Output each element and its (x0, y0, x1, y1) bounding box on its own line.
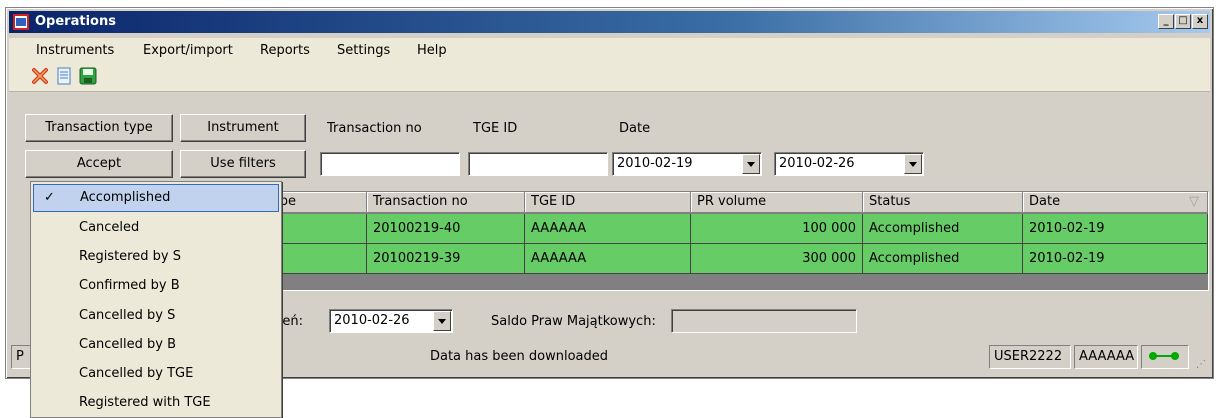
use-filters-button[interactable]: Use filters (180, 150, 306, 178)
dropdown-item-label: Cancelled by TGE (79, 366, 194, 381)
menu-instruments[interactable]: Instruments (36, 43, 114, 58)
menu-help[interactable]: Help (417, 43, 447, 58)
status-user: USER2222 (989, 345, 1071, 369)
dropdown-item-label: Accomplished (80, 190, 171, 205)
window-title: Operations (35, 14, 116, 29)
connection-panel (1141, 345, 1189, 369)
menu-bar: Instruments Export/import Reports Settin… (9, 38, 1210, 62)
app-icon (13, 14, 29, 30)
cell-date: 2010-02-19 (1023, 244, 1208, 274)
balance-label: Saldo Praw Majątkowych: (491, 314, 656, 329)
chevron-down-icon[interactable] (742, 154, 760, 174)
toolbar (9, 62, 1210, 92)
dropdown-item-label: Registered with TGE (79, 395, 211, 410)
balance-field (671, 309, 857, 333)
cell-date: 2010-02-19 (1023, 214, 1208, 244)
sort-arrow-icon: ▽ (1189, 194, 1199, 209)
cell-tge-id: AAAAAA (525, 214, 691, 244)
cell-transaction-no: 20100219-39 (367, 244, 525, 274)
date-to-value: 2010-02-26 (779, 156, 855, 171)
date-from-select[interactable]: 2010-02-19 (612, 152, 762, 176)
column-header-pr-volume[interactable]: PR volume (691, 192, 863, 213)
transaction-no-label: Transaction no (327, 121, 422, 136)
day-value: 2010-02-26 (334, 313, 410, 328)
status-filter-dropdown: ✓ Accomplished Canceled Registered by S … (30, 181, 282, 418)
date-label: Date (619, 121, 651, 136)
dropdown-item-cancelled-by-tge[interactable]: Cancelled by TGE (33, 360, 279, 388)
close-button[interactable]: x (1192, 14, 1208, 29)
transaction-no-input[interactable] (320, 152, 460, 176)
tge-id-input[interactable] (468, 152, 608, 176)
dropdown-item-confirmed-by-b[interactable]: Confirmed by B (33, 272, 279, 300)
dropdown-item-registered-with-tge[interactable]: Registered with TGE (33, 389, 279, 417)
date-to-select[interactable]: 2010-02-26 (774, 152, 924, 176)
column-header-status[interactable]: Status (863, 192, 1023, 213)
chevron-down-icon[interactable] (904, 154, 922, 174)
cell-status: Accomplished (863, 244, 1023, 274)
column-header-date[interactable]: Date ▽ (1023, 192, 1208, 213)
resize-grip-icon[interactable]: ⋰ (1196, 359, 1206, 370)
column-header-transaction-no[interactable]: Transaction no (367, 192, 525, 213)
save-icon[interactable] (79, 67, 97, 85)
cell-tge-id: AAAAAA (525, 244, 691, 274)
date-from-value: 2010-02-19 (617, 156, 693, 171)
status-company: AAAAAA (1074, 345, 1138, 369)
close-red-icon[interactable] (31, 67, 49, 85)
chevron-down-icon[interactable] (433, 311, 451, 331)
cell-pr-volume: 100 000 (691, 214, 863, 244)
dropdown-item-accomplished[interactable]: ✓ Accomplished (33, 184, 279, 212)
day-select[interactable]: 2010-02-26 (329, 309, 453, 333)
title-bar[interactable]: Operations _ □ x (9, 11, 1210, 33)
dropdown-item-registered-by-s[interactable]: Registered by S (33, 243, 279, 271)
menu-reports[interactable]: Reports (260, 43, 310, 58)
connected-icon (1149, 352, 1179, 360)
transaction-type-button[interactable]: Transaction type (25, 114, 173, 142)
column-header-date-label: Date (1029, 194, 1061, 209)
cell-status: Accomplished (863, 214, 1023, 244)
dropdown-item-cancelled-by-s[interactable]: Cancelled by S (33, 302, 279, 330)
dropdown-item-label: Canceled (79, 220, 140, 235)
cell-transaction-no: 20100219-40 (367, 214, 525, 244)
dropdown-item-label: Registered by S (79, 249, 181, 264)
column-header-tge-id[interactable]: TGE ID (525, 192, 691, 213)
tge-id-label: TGE ID (473, 121, 518, 136)
dropdown-item-label: Confirmed by B (79, 278, 180, 293)
document-icon[interactable] (55, 67, 73, 85)
dropdown-item-label: Cancelled by S (79, 308, 176, 323)
dropdown-item-label: Cancelled by B (79, 337, 177, 352)
menu-export-import[interactable]: Export/import (143, 43, 233, 58)
maximize-button[interactable]: □ (1175, 14, 1191, 29)
accept-button[interactable]: Accept (25, 150, 173, 178)
check-icon: ✓ (44, 190, 55, 205)
minimize-button[interactable]: _ (1158, 14, 1174, 29)
cell-pr-volume: 300 000 (691, 244, 863, 274)
dropdown-item-cancelled-by-b[interactable]: Cancelled by B (33, 331, 279, 359)
dropdown-item-canceled[interactable]: Canceled (33, 214, 279, 242)
menu-settings[interactable]: Settings (337, 43, 390, 58)
instrument-button[interactable]: Instrument (180, 114, 306, 142)
